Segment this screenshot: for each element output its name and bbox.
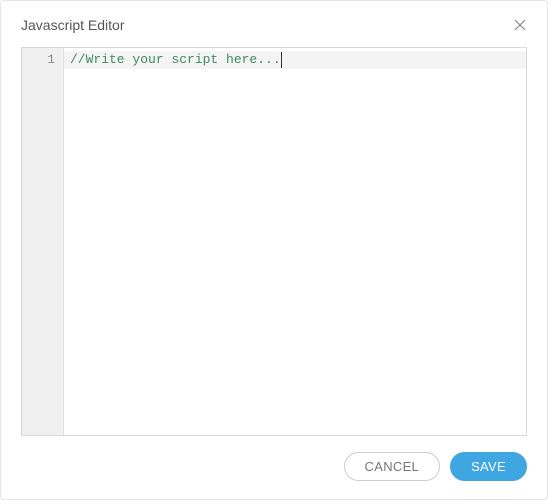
close-icon[interactable]: [513, 18, 527, 32]
save-button[interactable]: SAVE: [450, 452, 527, 481]
text-cursor: [281, 52, 282, 68]
line-number: 1: [22, 51, 63, 69]
dialog-title: Javascript Editor: [21, 17, 124, 33]
code-editor[interactable]: 1 //Write your script here...: [21, 47, 527, 436]
cancel-button[interactable]: CANCEL: [344, 452, 441, 481]
code-area[interactable]: //Write your script here...: [64, 48, 526, 435]
dialog-header: Javascript Editor: [21, 17, 527, 33]
dialog-footer: CANCEL SAVE: [21, 436, 527, 481]
line-number-gutter: 1: [22, 48, 64, 435]
code-content: //Write your script here...: [70, 51, 281, 69]
javascript-editor-dialog: Javascript Editor 1 //Write your script …: [1, 1, 547, 499]
